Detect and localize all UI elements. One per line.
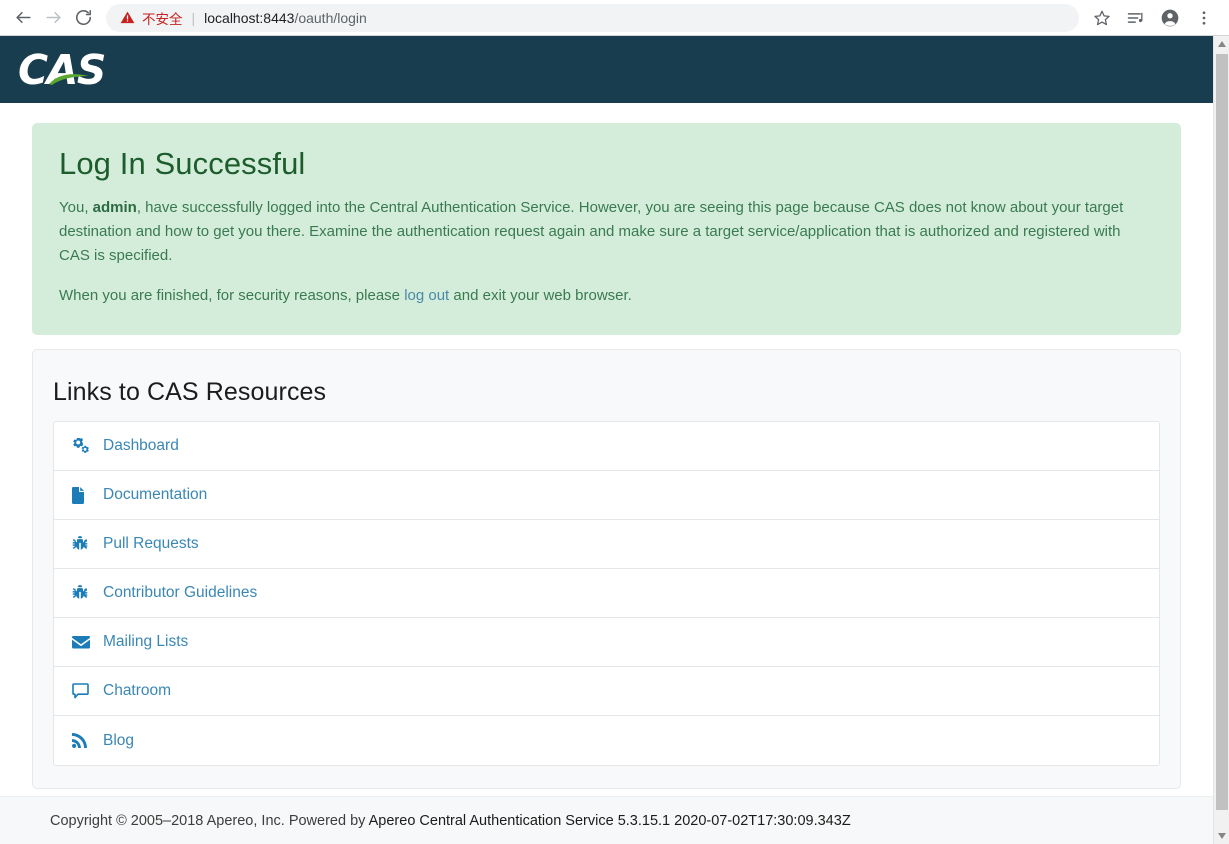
logout-instruction: When you are finished, for security reas… (59, 284, 1154, 308)
footer-copyright: Copyright © 2005–2018 Apereo, Inc. Power… (50, 813, 851, 829)
scroll-up-button[interactable] (1214, 36, 1229, 52)
list-item-dashboard[interactable]: Dashboard (54, 422, 1159, 471)
logout-text-post: and exit your web browser. (449, 287, 632, 304)
resource-link-list: Dashboard Documentation Pull Requests Co… (53, 421, 1160, 766)
forward-button[interactable] (38, 3, 68, 33)
omnibox-separator: | (191, 9, 196, 26)
reading-list-button[interactable] (1119, 3, 1153, 33)
resource-link[interactable]: Contributor Guidelines (103, 584, 257, 602)
list-item-mailing-lists[interactable]: Mailing Lists (54, 618, 1159, 667)
url-text: localhost:8443/oauth/login (204, 10, 367, 26)
success-text-post: , have successfully logged into the Cent… (59, 199, 1124, 264)
page-title: Log In Successful (59, 146, 306, 181)
url-host: localhost:8443 (204, 9, 295, 26)
forward-arrow-icon (45, 11, 61, 24)
logout-text-pre: When you are finished, for security reas… (59, 287, 405, 304)
back-arrow-icon (15, 11, 31, 24)
address-bar[interactable]: 不安全 | localhost:8443/oauth/login (106, 3, 1079, 32)
reload-button[interactable] (68, 3, 98, 33)
page-scrollbar[interactable] (1213, 36, 1229, 844)
security-status-label: 不安全 (142, 11, 183, 27)
page-viewport: CAS Log In Successful You, admin, have s… (0, 36, 1229, 844)
page-content: Log In Successful You, admin, have succe… (0, 123, 1213, 789)
list-item-contributor-guidelines[interactable]: Contributor Guidelines (54, 569, 1159, 618)
cas-logo[interactable]: CAS (18, 47, 110, 93)
resource-link[interactable]: Blog (103, 732, 134, 750)
scrollbar-thumb[interactable] (1216, 54, 1228, 810)
rss-icon (72, 733, 94, 748)
browser-menu-button[interactable] (1187, 3, 1221, 33)
resources-panel-title: Links to CAS Resources (53, 378, 327, 406)
three-dot-menu-icon (1202, 10, 1206, 25)
list-item-chatroom[interactable]: Chatroom (54, 667, 1159, 716)
cogs-icon (72, 438, 94, 454)
profile-button[interactable] (1153, 3, 1187, 33)
resource-link[interactable]: Dashboard (103, 437, 179, 455)
logout-link[interactable]: log out (404, 287, 449, 304)
profile-avatar-icon (1161, 9, 1179, 26)
browser-toolbar: 不安全 | localhost:8443/oauth/login (0, 0, 1229, 36)
resource-link[interactable]: Pull Requests (103, 535, 199, 553)
footer-product-version: Apereo Central Authentication Service 5.… (368, 812, 851, 829)
chevron-up-icon (1217, 41, 1226, 47)
chevron-down-icon (1217, 833, 1226, 839)
back-button[interactable] (8, 3, 38, 33)
resource-link[interactable]: Chatroom (103, 682, 171, 700)
reload-icon (75, 10, 91, 26)
username: admin (92, 199, 137, 216)
toolbar-actions (1085, 3, 1221, 33)
resource-link[interactable]: Mailing Lists (103, 633, 188, 651)
envelope-icon (72, 635, 94, 649)
resource-link[interactable]: Documentation (103, 486, 207, 504)
cas-logo-swoosh-icon (49, 73, 89, 85)
login-success-alert: Log In Successful You, admin, have succe… (32, 123, 1181, 335)
media-queue-icon (1127, 12, 1143, 23)
not-secure-warning-icon (120, 11, 135, 24)
footer-copyright-text: Copyright © 2005–2018 Apereo, Inc. Power… (50, 812, 369, 829)
success-text-pre: You, (59, 199, 93, 216)
bug-icon (72, 535, 94, 553)
file-icon (72, 486, 94, 504)
scroll-down-button[interactable] (1214, 828, 1229, 844)
site-footer: Copyright © 2005–2018 Apereo, Inc. Power… (0, 796, 1213, 844)
star-icon (1094, 10, 1110, 25)
list-item-blog[interactable]: Blog (54, 716, 1159, 765)
cas-site-header: CAS (0, 36, 1229, 103)
bug-icon (72, 584, 94, 602)
list-item-documentation[interactable]: Documentation (54, 471, 1159, 520)
bookmark-button[interactable] (1085, 3, 1119, 33)
success-description: You, admin, have successfully logged int… (59, 196, 1154, 268)
comment-icon (72, 683, 94, 699)
list-item-pull-requests[interactable]: Pull Requests (54, 520, 1159, 569)
url-path: /oauth/login (294, 9, 367, 26)
cas-resources-panel: Links to CAS Resources Dashboard Documen… (32, 349, 1181, 789)
